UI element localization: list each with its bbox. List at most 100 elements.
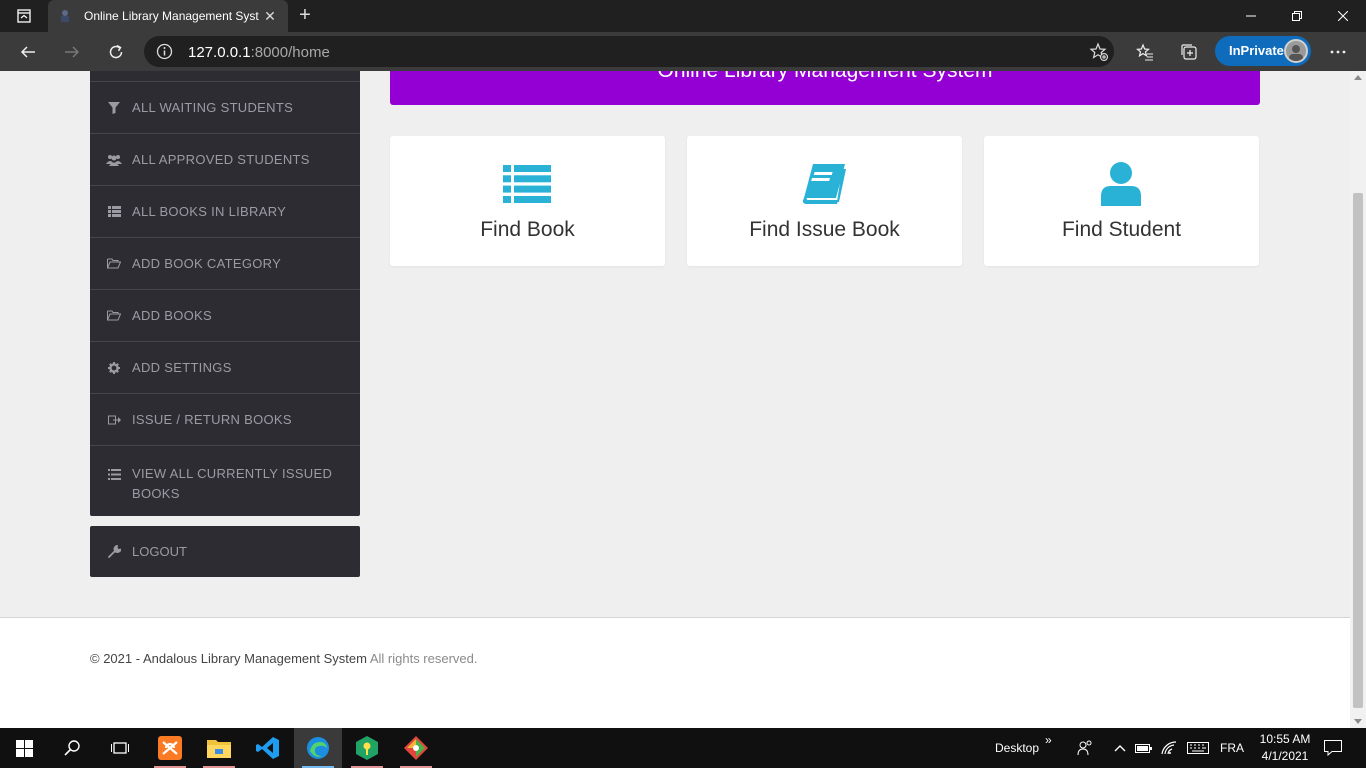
find-student-card[interactable]: Find Student — [984, 136, 1259, 266]
tab-close-icon[interactable]: ✕ — [262, 8, 278, 25]
task-view-icon — [111, 742, 129, 754]
scroll-up-arrow-icon[interactable] — [1354, 75, 1362, 80]
xampp-icon — [158, 736, 182, 760]
sidebar-item-books-in-library[interactable]: ALL BOOKS IN LIBRARY — [90, 185, 360, 237]
sidebar-top-edge — [90, 71, 360, 81]
taskbar-app-green[interactable] — [343, 728, 391, 768]
find-issue-book-card[interactable]: Find Issue Book — [687, 136, 962, 266]
site-favicon-icon — [58, 9, 72, 23]
page-footer: © 2021 - Andalous Library Management Sys… — [0, 617, 1350, 728]
edge-icon — [307, 737, 329, 759]
back-button[interactable] — [12, 36, 44, 68]
search-button[interactable] — [48, 728, 96, 768]
sidebar-item-label: ISSUE / RETURN BOOKS — [132, 412, 292, 427]
folder-open-icon — [106, 309, 122, 323]
start-button[interactable] — [0, 728, 48, 768]
site-info-icon[interactable] — [156, 43, 173, 60]
folder-icon — [207, 740, 231, 758]
url-text[interactable]: 127.0.0.1:8000/home — [188, 44, 330, 61]
browser-tab-active[interactable]: Online Library Management Syst ✕ — [48, 0, 288, 32]
sidebar-item-label: ALL WAITING STUDENTS — [132, 100, 294, 115]
refresh-button[interactable] — [100, 36, 132, 68]
page-scrollbar[interactable] — [1350, 71, 1366, 728]
new-tab-button[interactable]: + — [292, 3, 318, 29]
settings-menu-button[interactable] — [1322, 36, 1354, 68]
more-icon — [1330, 50, 1346, 54]
people-icon[interactable] — [1075, 738, 1095, 758]
taskbar-git-app[interactable] — [392, 728, 440, 768]
tab-actions-icon — [17, 9, 31, 23]
sidebar-item-approved-students[interactable]: ALL APPROVED STUDENTS — [90, 133, 360, 185]
sidebar-item-issue-return-books[interactable]: ISSUE / RETURN BOOKS — [90, 393, 360, 445]
vscode-icon — [256, 737, 279, 759]
restore-icon — [1292, 11, 1302, 21]
close-icon — [1338, 11, 1348, 21]
url-path: :8000/home — [250, 44, 330, 61]
inprivate-label: InPrivate — [1229, 43, 1284, 58]
notification-icon[interactable] — [1323, 738, 1343, 758]
page-title: Online Library Management System — [658, 71, 993, 82]
page-header-banner: Online Library Management System — [390, 71, 1260, 105]
battery-icon[interactable] — [1134, 738, 1154, 758]
sidebar-item-currently-issued-books[interactable]: VIEW ALL CURRENTLY ISSUED BOOKS — [90, 445, 360, 517]
collections-button[interactable] — [1173, 36, 1205, 68]
refresh-icon — [109, 44, 123, 59]
list-icon — [502, 162, 552, 206]
card-label: Find Book — [480, 218, 575, 241]
collections-icon — [1181, 44, 1197, 60]
favorites-icon — [1136, 43, 1153, 61]
git-client-icon — [404, 736, 428, 760]
scroll-down-arrow-icon[interactable] — [1354, 719, 1362, 724]
sidebar-item-label: ADD BOOKS — [132, 308, 212, 323]
add-favorite-icon[interactable] — [1089, 42, 1109, 62]
windows-logo-icon — [15, 739, 33, 757]
logout-button[interactable]: LOGOUT — [90, 526, 360, 577]
forward-button[interactable] — [56, 36, 88, 68]
window-close-button[interactable] — [1320, 0, 1366, 32]
find-book-card[interactable]: Find Book — [390, 136, 665, 266]
taskbar-edge[interactable] — [294, 728, 342, 768]
inprivate-profile-button[interactable]: InPrivate — [1215, 36, 1311, 66]
browser-tab-bar: Online Library Management Syst ✕ + — [0, 0, 1366, 32]
sidebar-item-waiting-students[interactable]: ALL WAITING STUDENTS — [90, 81, 360, 133]
sidebar-item-label: ALL BOOKS IN LIBRARY — [132, 204, 287, 219]
address-bar[interactable]: 127.0.0.1:8000/home — [144, 36, 1114, 67]
url-host: 127.0.0.1 — [188, 44, 251, 61]
favorites-button[interactable] — [1129, 36, 1161, 68]
page-viewport: ALL WAITING STUDENTS ALL APPROVED STUDEN… — [0, 71, 1366, 728]
tab-title: Online Library Management Syst — [84, 9, 259, 23]
taskbar-xampp[interactable] — [146, 728, 194, 768]
show-hidden-icons-chevron-icon[interactable] — [1110, 738, 1130, 758]
filter-icon — [106, 101, 122, 115]
taskbar-file-explorer[interactable] — [195, 728, 243, 768]
sidebar-item-add-settings[interactable]: ADD SETTINGS — [90, 341, 360, 393]
sidebar-item-add-books[interactable]: ADD BOOKS — [90, 289, 360, 341]
sidebar: ALL WAITING STUDENTS ALL APPROVED STUDEN… — [90, 71, 360, 516]
windows-taskbar: Desktop » FRA 10:55 AM 4/1/2021 — [0, 728, 1366, 768]
keyboard-icon[interactable] — [1186, 738, 1210, 758]
user-icon — [1096, 162, 1146, 206]
window-restore-button[interactable] — [1274, 0, 1320, 32]
card-label: Find Student — [1061, 218, 1182, 241]
wrench-icon — [106, 545, 122, 559]
window-minimize-button[interactable] — [1228, 0, 1274, 32]
arrow-right-icon — [65, 46, 80, 58]
desktop-toolbar-label[interactable]: Desktop — [995, 728, 1039, 768]
minimize-icon — [1246, 15, 1256, 17]
taskbar-vscode[interactable] — [244, 728, 292, 768]
sidebar-item-label: ADD SETTINGS — [132, 360, 232, 375]
task-view-button[interactable] — [96, 728, 144, 768]
sidebar-item-add-book-category[interactable]: ADD BOOK CATEGORY — [90, 237, 360, 289]
taskbar-clock[interactable]: 10:55 AM 4/1/2021 — [1252, 731, 1318, 765]
toolbar-expand-icon[interactable]: » — [1045, 720, 1052, 760]
input-language[interactable]: FRA — [1220, 728, 1244, 768]
tab-actions-button[interactable] — [0, 0, 48, 32]
users-icon — [106, 153, 122, 167]
folder-open-icon — [106, 257, 122, 271]
scrollbar-thumb[interactable] — [1353, 193, 1363, 708]
search-icon — [64, 740, 80, 756]
avatar — [1284, 39, 1308, 63]
arrow-left-icon — [20, 46, 35, 58]
wifi-icon[interactable] — [1159, 738, 1179, 758]
gear-icon — [106, 361, 122, 375]
